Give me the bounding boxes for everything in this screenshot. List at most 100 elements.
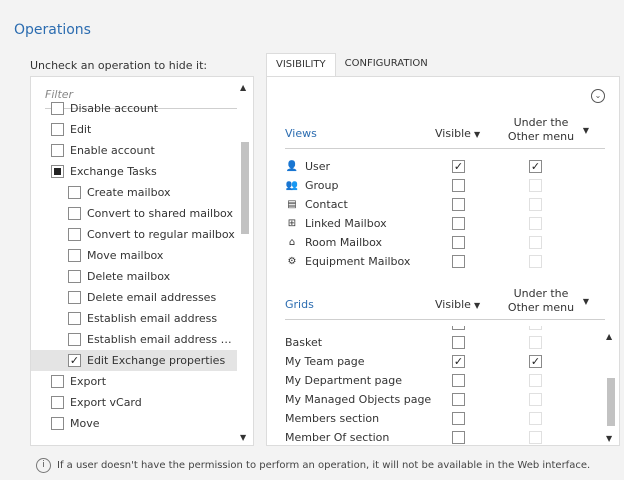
operation-checkbox[interactable] xyxy=(68,207,81,220)
visible-checkbox[interactable]: ✓ xyxy=(452,160,465,173)
table-row: Basket xyxy=(285,333,605,352)
operation-checkbox[interactable] xyxy=(51,417,64,430)
table-row: Members section xyxy=(285,409,605,428)
list-item[interactable]: Export vCard xyxy=(31,392,237,413)
row-label: Contact xyxy=(305,198,348,211)
operation-checkbox[interactable] xyxy=(51,165,64,178)
scroll-down-icon[interactable]: ▼ xyxy=(240,433,246,442)
other-menu-checkbox[interactable]: ✓ xyxy=(529,355,542,368)
list-item[interactable]: ✓ Edit Exchange properties xyxy=(31,350,237,371)
views-visible-column[interactable]: Visible ▼ xyxy=(435,127,480,140)
views-other-column[interactable]: Under the Other menu ▼ xyxy=(501,116,589,144)
chevron-down-icon: ▼ xyxy=(582,297,589,306)
list-item[interactable]: Convert to shared mailbox xyxy=(31,203,237,224)
table-row xyxy=(285,326,605,333)
collapse-icon[interactable]: ⌄ xyxy=(591,89,605,103)
other-menu-checkbox xyxy=(529,255,542,268)
list-item[interactable]: Establish email address on gr... xyxy=(31,329,237,350)
table-row: ▤ Contact xyxy=(285,195,605,214)
scroll-up-icon[interactable]: ▲ xyxy=(240,83,246,92)
list-item[interactable]: Enable account xyxy=(31,140,237,161)
operation-checkbox[interactable] xyxy=(51,396,64,409)
row-label: Equipment Mailbox xyxy=(305,255,411,268)
operation-label: Establish email address xyxy=(87,312,218,325)
operation-checkbox[interactable] xyxy=(68,186,81,199)
grids-scrollbar[interactable]: ▲ ▼ xyxy=(603,326,619,445)
tab-visibility[interactable]: VISIBILITY xyxy=(266,53,336,77)
chevron-down-icon: ▼ xyxy=(582,126,589,135)
other-menu-checkbox xyxy=(529,326,542,330)
list-item[interactable]: Exchange Tasks xyxy=(31,161,237,182)
list-item[interactable]: Move mailbox xyxy=(31,245,237,266)
visible-checkbox[interactable]: ✓ xyxy=(452,355,465,368)
visible-checkbox[interactable] xyxy=(452,217,465,230)
operation-checkbox[interactable] xyxy=(51,102,64,115)
operation-label: Delete email addresses xyxy=(87,291,217,304)
operations-list: Disable account Edit Enable account Exchang… xyxy=(31,98,237,438)
grids-visible-column[interactable]: Visible ▼ xyxy=(435,298,480,311)
operation-checkbox[interactable] xyxy=(51,123,64,136)
list-item[interactable]: Create mailbox xyxy=(31,182,237,203)
visible-checkbox[interactable] xyxy=(452,179,465,192)
row-label: My Department page xyxy=(285,374,403,387)
table-row: Member Of section xyxy=(285,428,605,445)
list-item[interactable]: Delete email addresses xyxy=(31,287,237,308)
operation-label: Exchange Tasks xyxy=(70,165,157,178)
operation-checkbox[interactable] xyxy=(51,375,64,388)
scroll-up-icon[interactable]: ▲ xyxy=(606,332,612,341)
operation-checkbox[interactable]: ✓ xyxy=(68,354,81,367)
visibility-panel: ⌄ Views Visible ▼ Under the Other menu ▼ 👤… xyxy=(266,76,620,446)
table-row: My Department page xyxy=(285,371,605,390)
scroll-thumb[interactable] xyxy=(607,378,615,426)
operations-list-panel: Disable account Edit Enable account Exchang… xyxy=(30,76,254,446)
contact-card-icon: ▤ xyxy=(287,199,297,210)
operations-scrollbar[interactable]: ▲ ▼ xyxy=(237,77,253,445)
operation-label: Delete mailbox xyxy=(87,270,171,283)
operation-checkbox[interactable] xyxy=(68,333,81,346)
operation-checkbox[interactable] xyxy=(68,312,81,325)
visible-checkbox[interactable] xyxy=(452,374,465,387)
list-item[interactable]: Convert to regular mailbox xyxy=(31,224,237,245)
other-menu-checkbox xyxy=(529,198,542,211)
visible-checkbox[interactable] xyxy=(452,236,465,249)
views-title: Views xyxy=(285,127,317,140)
scroll-down-icon[interactable]: ▼ xyxy=(606,434,612,443)
scroll-thumb[interactable] xyxy=(241,142,249,234)
operation-checkbox[interactable] xyxy=(68,228,81,241)
visible-checkbox[interactable] xyxy=(452,326,465,330)
visible-checkbox[interactable] xyxy=(452,393,465,406)
list-item[interactable]: Export xyxy=(31,371,237,392)
grids-title: Grids xyxy=(285,298,314,311)
visible-checkbox[interactable] xyxy=(452,336,465,349)
room-mailbox-icon: ⌂ xyxy=(288,237,296,248)
user-icon: 👤 xyxy=(285,161,299,172)
visible-checkbox[interactable] xyxy=(452,255,465,268)
operation-checkbox[interactable] xyxy=(68,270,81,283)
operation-label: Edit xyxy=(70,123,92,136)
operation-checkbox[interactable] xyxy=(51,144,64,157)
visible-checkbox[interactable] xyxy=(452,412,465,425)
grids-other-column[interactable]: Under the Other menu ▼ xyxy=(501,287,589,315)
operation-checkbox[interactable] xyxy=(68,291,81,304)
list-item[interactable]: Disable account xyxy=(31,98,237,119)
list-item[interactable]: Print xyxy=(31,434,237,438)
table-row: My Managed Objects page xyxy=(285,390,605,409)
operation-label: Edit Exchange properties xyxy=(87,354,226,367)
table-row: ⚙ Equipment Mailbox xyxy=(285,252,605,271)
other-menu-checkbox xyxy=(529,236,542,249)
list-item[interactable]: Move xyxy=(31,413,237,434)
operation-checkbox[interactable] xyxy=(68,249,81,262)
visible-checkbox[interactable] xyxy=(452,431,465,444)
list-item[interactable]: Edit xyxy=(31,119,237,140)
list-item[interactable]: Delete mailbox xyxy=(31,266,237,287)
visible-checkbox[interactable] xyxy=(452,198,465,211)
other-menu-checkbox xyxy=(529,179,542,192)
other-menu-checkbox[interactable]: ✓ xyxy=(529,160,542,173)
group-icon: 👥 xyxy=(285,180,299,191)
row-label: User xyxy=(305,160,331,173)
other-menu-checkbox xyxy=(529,393,542,406)
chevron-down-icon: ▼ xyxy=(473,130,481,139)
operation-label: Export vCard xyxy=(70,396,142,409)
list-item[interactable]: Establish email address xyxy=(31,308,237,329)
tab-configuration[interactable]: CONFIGURATION xyxy=(336,53,437,77)
